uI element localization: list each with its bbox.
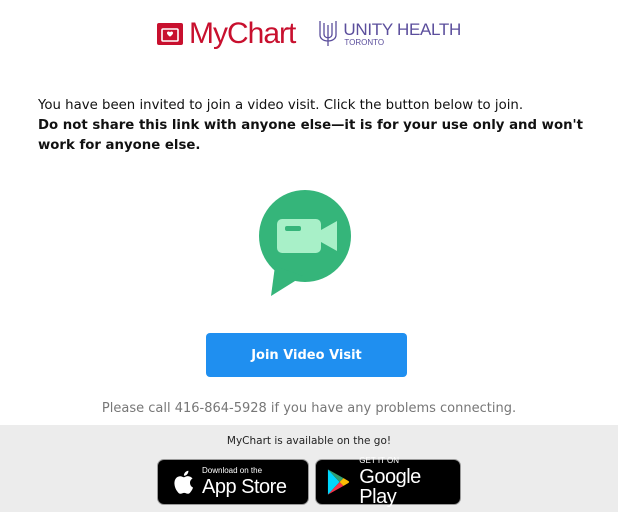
join-video-visit-button[interactable]: Join Video Visit <box>206 333 407 377</box>
app-download-footer: MyChart is available on the go! Download… <box>0 425 618 512</box>
google-play-small-text: GET IT ON <box>359 456 400 465</box>
google-play-big-text: Google Play <box>359 466 421 508</box>
app-store-small-text: Download on the <box>202 466 263 475</box>
invitation-warning: Do not share this link with anyone else—… <box>38 118 583 153</box>
apple-icon <box>174 470 193 494</box>
unity-health-logo: UNITY HEALTH TORONTO <box>317 19 461 49</box>
invitation-message: You have been invited to join a video vi… <box>38 96 608 156</box>
mychart-logo-text: MyChart <box>189 17 296 50</box>
invitation-intro: You have been invited to join a video vi… <box>38 98 524 113</box>
video-camera-chat-icon <box>259 190 351 296</box>
mychart-logo-icon <box>157 23 183 45</box>
google-play-badge[interactable]: GET IT ON Google Play <box>315 456 461 508</box>
help-phone-text: Please call 416-864-5928 if you have any… <box>101 401 517 416</box>
unity-health-logo-icon <box>319 21 338 46</box>
mychart-logo: MyChart <box>157 17 296 50</box>
google-play-icon <box>327 469 350 495</box>
footer-available-label: MyChart is available on the go! <box>226 435 392 447</box>
email-header: MyChart UNITY HEALTH TORONTO <box>0 12 618 56</box>
app-store-badge[interactable]: Download on the App Store <box>157 459 309 505</box>
unity-logo-sub-text: TORONTO <box>344 38 385 47</box>
app-store-big-text: App Store <box>202 476 287 498</box>
unity-logo-main-text: UNITY HEALTH <box>343 20 461 39</box>
store-badges: Download on the App Store GET IT ON Goog… <box>0 456 618 508</box>
